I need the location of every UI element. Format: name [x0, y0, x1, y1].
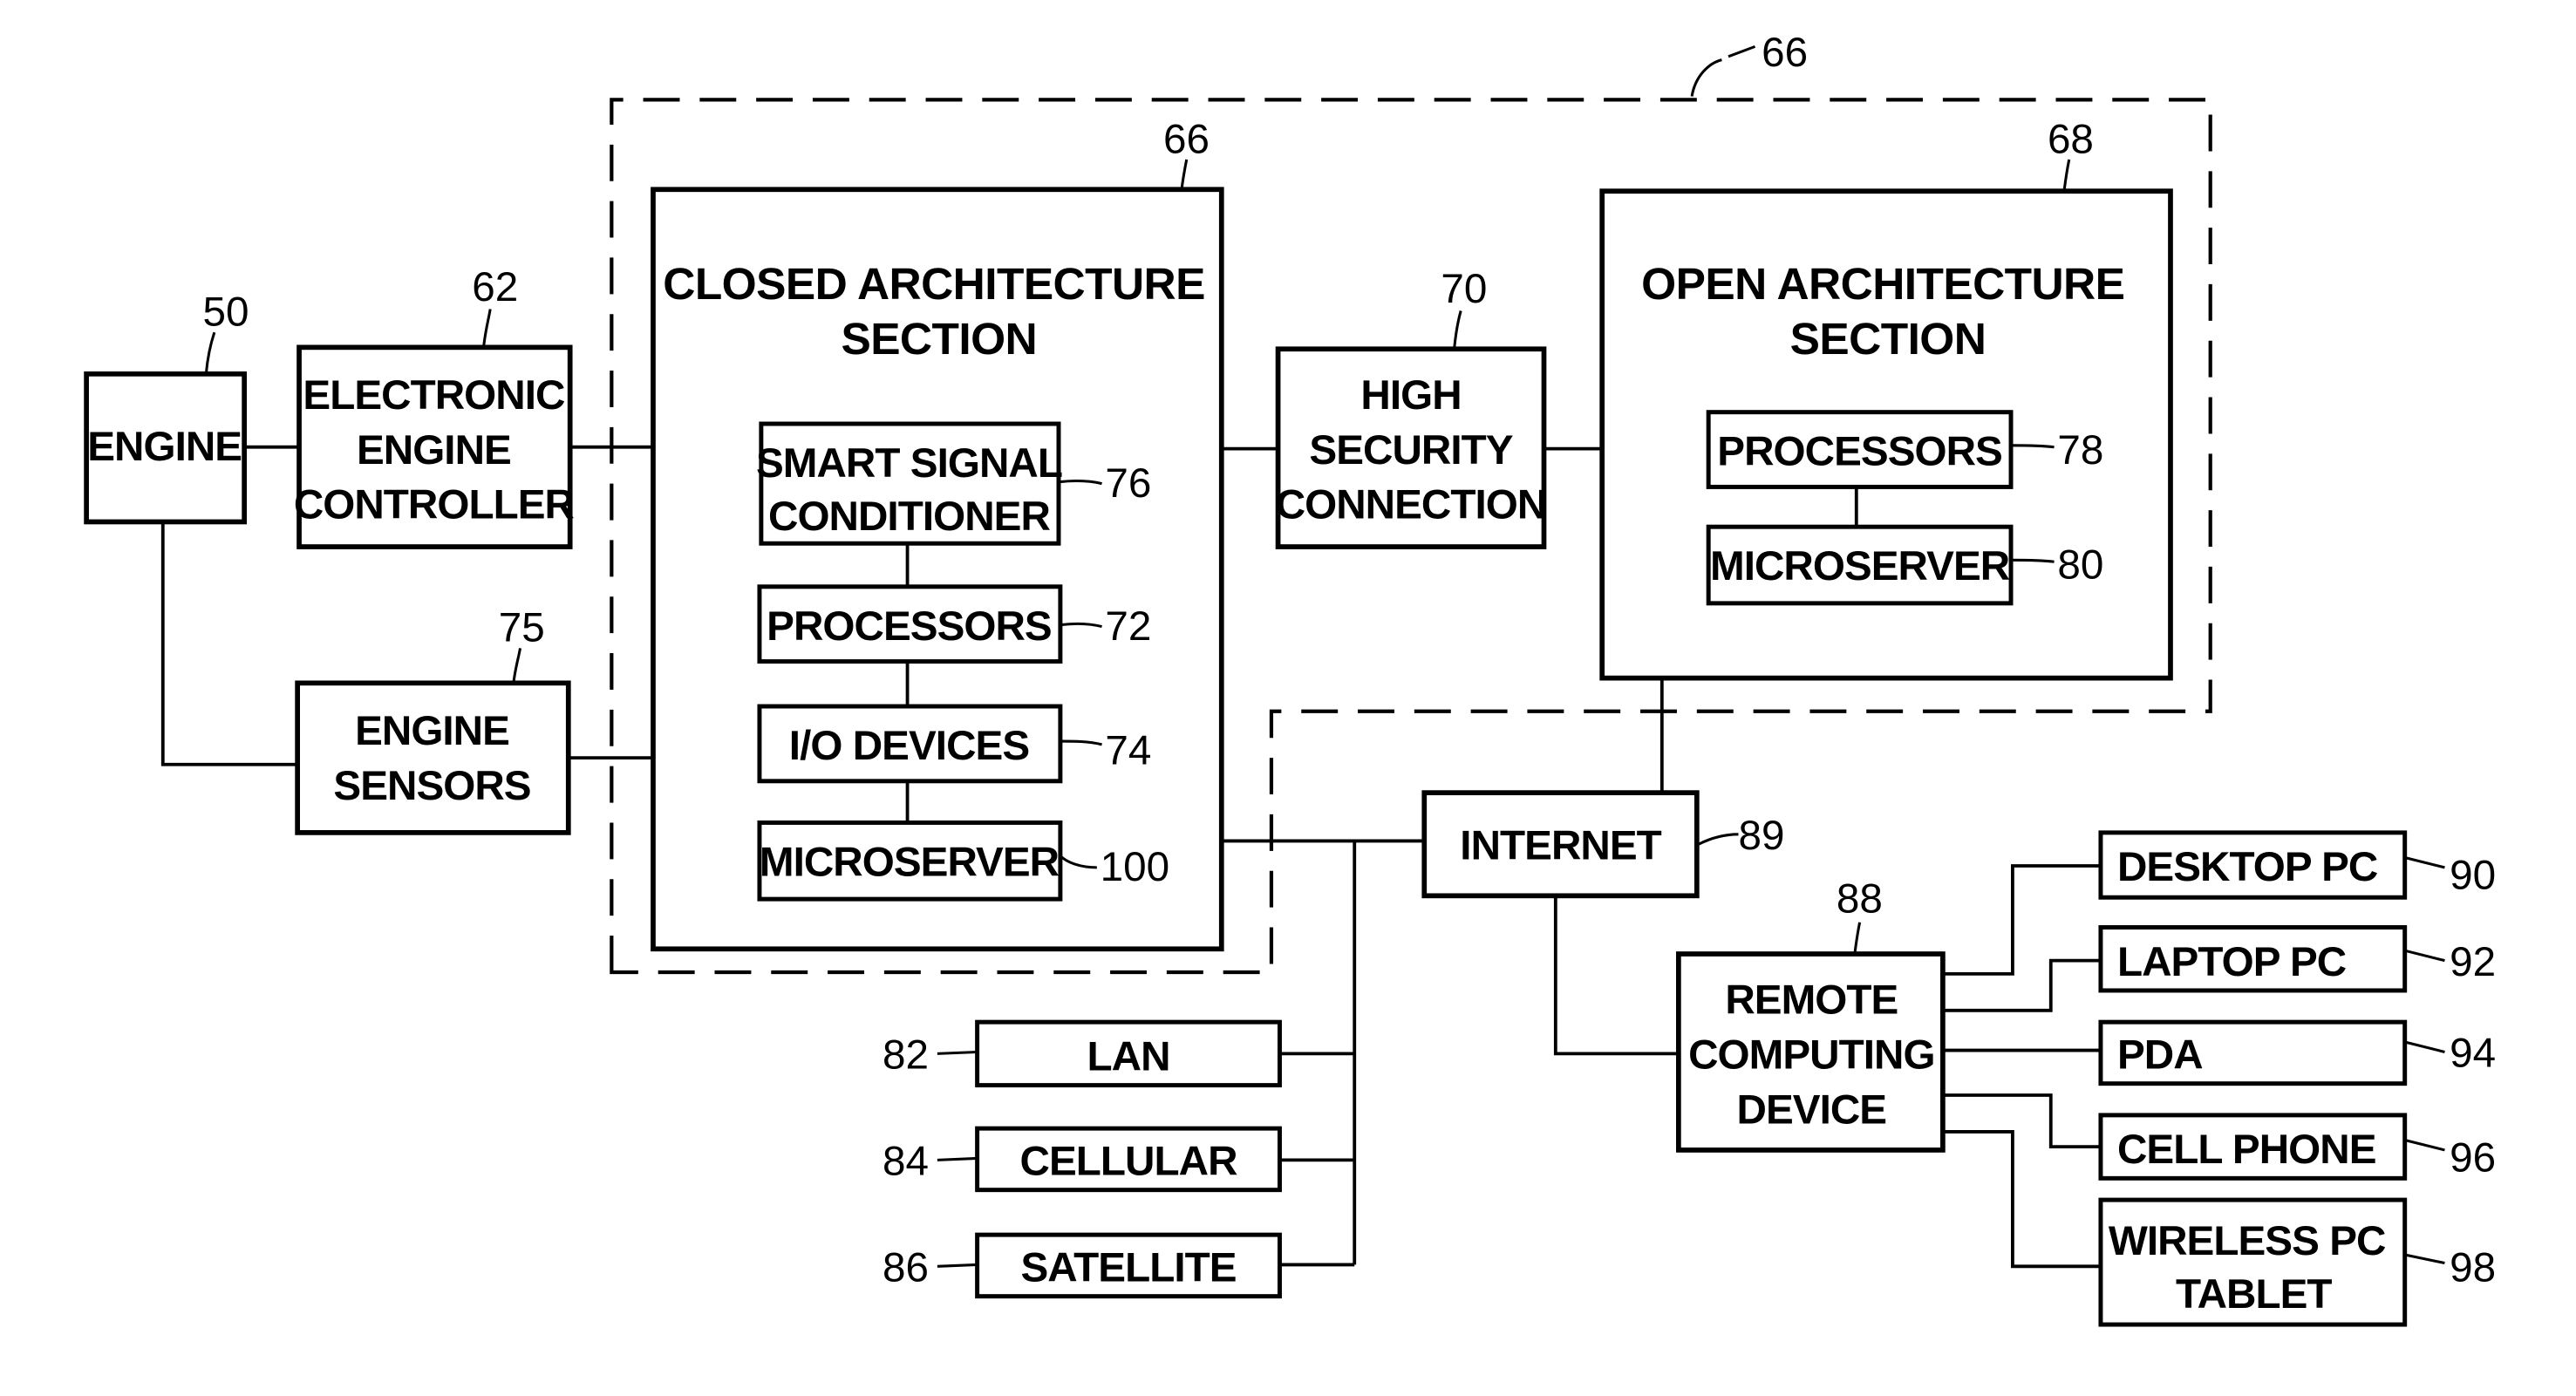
- cellular-ref: 84: [883, 1139, 929, 1185]
- smart-signal-label-line-1: SMART SIGNAL: [756, 440, 1062, 487]
- engine-leader: [204, 331, 216, 374]
- open-processors-label: PROCESSORS: [1717, 429, 2002, 475]
- cellular-block: CELLULAR 84: [883, 1126, 1282, 1193]
- eec-label-line-2: ENGINE: [357, 427, 511, 473]
- satellite-leader: [937, 1263, 978, 1268]
- closed-section-title-line-2: SECTION: [841, 313, 1037, 364]
- engine-block: ENGINE 50: [84, 289, 249, 525]
- lan-leader: [937, 1050, 978, 1055]
- io-devices-ref: 74: [1105, 728, 1151, 774]
- engine-sensors-leader: [512, 648, 522, 684]
- engine-label: ENGINE: [87, 424, 242, 470]
- eec-block: ELECTRONIC ENGINE CONTROLLER 62: [294, 264, 576, 549]
- wireless-tablet-ref: 98: [2450, 1244, 2496, 1290]
- io-devices-label: I/O DEVICES: [789, 723, 1029, 769]
- eec-label-line-3: CONTROLLER: [294, 482, 575, 528]
- wireless-tablet-leader: [2404, 1253, 2445, 1265]
- cellular-leader: [937, 1156, 978, 1161]
- cell-phone-block: CELL PHONE 96: [2098, 1113, 2496, 1181]
- remote-device-leader: [1853, 922, 1862, 955]
- engine-ref: 50: [203, 289, 249, 336]
- satellite-block: SATELLITE 86: [883, 1232, 1282, 1299]
- wire-engine-sensors: [160, 521, 298, 766]
- remote-device-ref: 88: [1837, 875, 1883, 922]
- desktop-pc-ref: 90: [2450, 853, 2496, 899]
- closed-processors-label: PROCESSORS: [767, 603, 1052, 650]
- lan-block: LAN 82: [883, 1019, 1282, 1088]
- cell-phone-label: CELL PHONE: [2117, 1127, 2376, 1173]
- high-security-block: HIGH SECURITY CONNECTION 70: [1275, 266, 1547, 549]
- wireless-tablet-label-line-1: WIRELESS PC: [2109, 1218, 2386, 1264]
- wire-remote-cellphone: [1942, 1093, 2101, 1149]
- laptop-pc-label: LAPTOP PC: [2117, 939, 2347, 985]
- wireless-tablet-block: WIRELESS PC TABLET 98: [2098, 1197, 2496, 1327]
- laptop-pc-block: LAPTOP PC 92: [2098, 925, 2496, 993]
- cell-phone-ref: 96: [2450, 1135, 2496, 1181]
- eec-label-line-1: ELECTRONIC: [303, 372, 565, 419]
- high-security-ref: 70: [1441, 266, 1487, 312]
- closed-section-ref: 66: [1163, 116, 1210, 162]
- high-security-label-line-1: HIGH: [1360, 372, 1461, 419]
- satellite-ref: 86: [883, 1244, 929, 1290]
- open-section-ref: 68: [2048, 116, 2094, 162]
- eec-ref: 62: [472, 264, 518, 310]
- high-security-label-line-2: SECURITY: [1309, 427, 1512, 473]
- wire-remote-desktop: [1942, 864, 2101, 976]
- open-section-block: OPEN ARCHITECTURE SECTION 68 PROCESSORS …: [1599, 116, 2173, 681]
- open-microserver-ref: 80: [2057, 541, 2103, 588]
- internet-ref: 89: [1738, 813, 1784, 859]
- high-security-leader: [1453, 310, 1462, 350]
- open-section-title-line-2: SECTION: [1790, 313, 1987, 364]
- internet-leader: [1698, 833, 1739, 846]
- cell-phone-leader: [2404, 1139, 2445, 1152]
- lan-ref: 82: [883, 1032, 929, 1079]
- laptop-pc-leader: [2404, 949, 2445, 963]
- engine-sensors-block: ENGINE SENSORS 75: [295, 605, 571, 835]
- smart-signal-label-line-2: CONDITIONER: [768, 494, 1050, 540]
- remote-device-label-line-2: COMPUTING: [1688, 1032, 1934, 1079]
- system-boundary-leader: [1690, 44, 1756, 97]
- lan-label: LAN: [1087, 1033, 1170, 1079]
- closed-section-title-line-1: CLOSED ARCHITECTURE: [663, 258, 1205, 309]
- wireless-tablet-label-line-2: TABLET: [2176, 1271, 2332, 1318]
- internet-label: INTERNET: [1460, 822, 1661, 868]
- pda-label: PDA: [2117, 1032, 2203, 1079]
- pda-leader: [2404, 1040, 2445, 1053]
- pda-ref: 94: [2450, 1031, 2496, 1077]
- closed-microserver-label: MICROSERVER: [760, 839, 1060, 885]
- closed-section-leader: [1180, 159, 1189, 190]
- internet-block: INTERNET 89: [1421, 790, 1784, 899]
- closed-section-block: CLOSED ARCHITECTURE SECTION 66 SMART SIG…: [651, 116, 1224, 952]
- cellular-label: CELLULAR: [1020, 1139, 1238, 1185]
- remote-device-label-line-3: DEVICE: [1737, 1086, 1887, 1133]
- engine-sensors-label-line-1: ENGINE: [355, 708, 509, 754]
- desktop-pc-leader: [2404, 855, 2445, 869]
- closed-processors-ref: 72: [1105, 603, 1151, 650]
- open-section-title-line-1: OPEN ARCHITECTURE: [1641, 258, 2124, 309]
- engine-sensors-box: [295, 680, 571, 835]
- desktop-pc-label: DESKTOP PC: [2117, 844, 2378, 890]
- wire-remote-laptop: [1942, 958, 2101, 1012]
- eec-leader: [482, 309, 492, 348]
- wire-remote-tablet: [1942, 1130, 2101, 1269]
- engine-sensors-ref: 75: [499, 605, 545, 651]
- smart-signal-ref: 76: [1105, 460, 1151, 507]
- open-microserver-label: MICROSERVER: [1710, 543, 2010, 589]
- desktop-pc-block: DESKTOP PC 90: [2098, 830, 2496, 900]
- laptop-pc-ref: 92: [2450, 939, 2496, 985]
- block-diagram: 66 ENGINE 50 ELECTRONIC ENGINE CONTROLLE…: [84, 30, 2496, 1327]
- closed-microserver-ref: 100: [1101, 844, 1169, 890]
- remote-device-block: REMOTE COMPUTING DEVICE 88: [1676, 875, 1946, 1153]
- satellite-label: SATELLITE: [1020, 1244, 1236, 1290]
- engine-sensors-label-line-2: SENSORS: [333, 763, 530, 809]
- high-security-label-line-3: CONNECTION: [1276, 482, 1547, 528]
- open-processors-ref: 78: [2057, 427, 2103, 473]
- remote-device-label-line-1: REMOTE: [1725, 977, 1898, 1024]
- pda-block: PDA 94: [2098, 1019, 2496, 1086]
- open-section-leader: [2062, 159, 2071, 192]
- wire-internet-remote: [1553, 895, 1679, 1056]
- system-boundary-ref: 66: [1762, 30, 1808, 76]
